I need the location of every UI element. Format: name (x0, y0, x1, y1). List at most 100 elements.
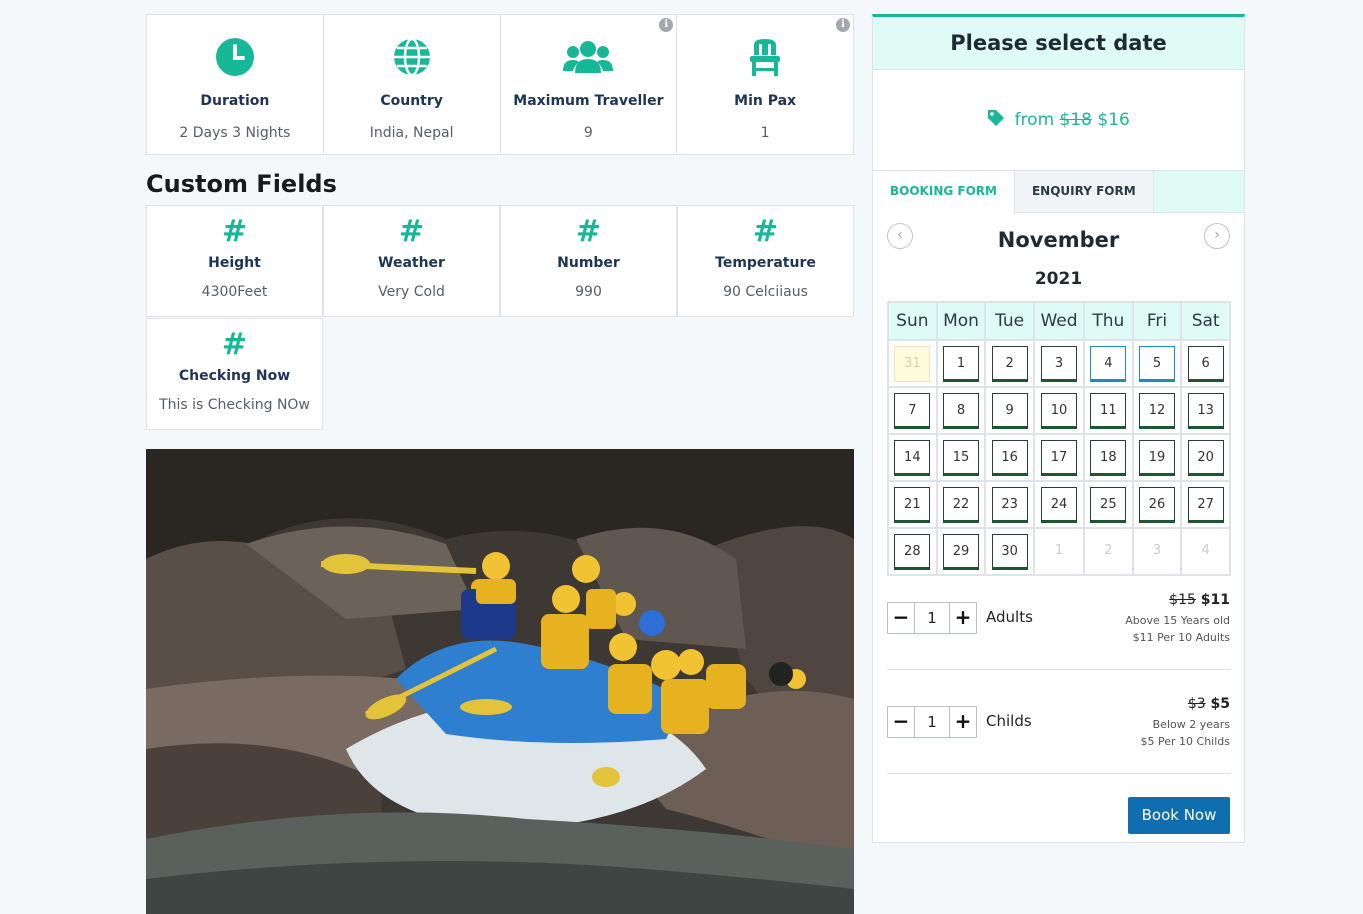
weekday-header: Sat (1180, 301, 1231, 341)
custom-field-number: # Number 990 (500, 205, 677, 317)
adults-note: Above 15 Years old (1125, 614, 1230, 627)
fact-min-pax: i Min Pax 1 (676, 14, 854, 155)
calendar-day[interactable]: 4 (1090, 345, 1127, 382)
booking-panel: Please select date from $18 $16 BOOKING … (872, 14, 1245, 843)
hash-icon: # (575, 214, 602, 249)
calendar-day-next-month: 4 (1187, 533, 1224, 570)
tab-enquiry-form[interactable]: ENQUIRY FORM (1014, 171, 1154, 212)
calendar-day[interactable]: 22 (942, 486, 979, 523)
calendar-day[interactable]: 20 (1187, 439, 1224, 476)
calendar-day[interactable]: 10 (1040, 392, 1077, 429)
calendar-day[interactable]: 15 (942, 439, 979, 476)
calendar-day[interactable]: 28 (894, 533, 931, 570)
calendar-day[interactable]: 8 (942, 392, 979, 429)
weekday-header: Wed (1032, 301, 1086, 341)
rafting-illustration (146, 449, 854, 914)
childs-plus-button[interactable]: + (949, 706, 977, 738)
info-icon[interactable]: i (659, 18, 674, 32)
calendar-day[interactable]: 6 (1187, 345, 1224, 382)
custom-field-title: Temperature (715, 255, 816, 271)
info-icon[interactable]: i (836, 18, 850, 32)
calendar-day[interactable]: 13 (1187, 392, 1224, 429)
divider (887, 669, 1230, 670)
calendar-day[interactable]: 1 (942, 345, 979, 382)
users-icon (563, 41, 614, 73)
calendar-day[interactable]: 7 (894, 392, 931, 429)
booking-tabs: BOOKING FORM ENQUIRY FORM (873, 170, 1244, 214)
calendar-day[interactable]: 30 (991, 533, 1028, 570)
fact-title: Country (380, 93, 443, 109)
fact-max-traveller: i Maximum Traveller 9 (499, 14, 677, 155)
calendar-day[interactable]: 23 (991, 486, 1028, 523)
childs-minus-button[interactable]: − (887, 706, 915, 738)
calendar-day[interactable]: 26 (1138, 486, 1175, 523)
adults-price: $15 $11 (1169, 592, 1230, 608)
tag-icon (988, 110, 1005, 126)
trip-facts: Duration 2 Days 3 Nights Country India, … (146, 14, 854, 155)
fact-value: 9 (583, 125, 593, 141)
fact-title: Min Pax (734, 93, 797, 109)
weekday-header: Sun (887, 301, 938, 341)
calendar-day[interactable]: 29 (942, 533, 979, 570)
custom-field-weather: # Weather Very Cold (323, 205, 500, 317)
custom-field-title: Number (557, 255, 620, 271)
calendar-day[interactable]: 16 (991, 439, 1028, 476)
adults-price-old: $15 (1169, 592, 1196, 608)
custom-fields-heading: Custom Fields (146, 170, 337, 198)
hash-icon: # (752, 214, 779, 249)
calendar-day[interactable]: 14 (894, 439, 931, 476)
calendar-year: 2021 (1034, 269, 1083, 289)
custom-field-title: Weather (378, 255, 445, 271)
adults-row: − 1 + Adults $15 $11 Above 15 Years old … (887, 587, 1230, 667)
calendar-day[interactable]: 21 (894, 486, 931, 523)
childs-quantity[interactable]: 1 (915, 706, 949, 738)
tab-booking-form[interactable]: BOOKING FORM (873, 171, 1015, 214)
fact-country: Country India, Nepal (322, 14, 500, 155)
hash-icon: # (221, 214, 248, 249)
childs-row: − 1 + Childs $3 $5 Below 2 years $5 Per … (887, 691, 1230, 771)
calendar-day[interactable]: 19 (1138, 439, 1175, 476)
price-old: $18 (1059, 110, 1092, 130)
childs-price: $3 $5 (1188, 696, 1230, 712)
calendar-day[interactable]: 3 (1040, 345, 1077, 382)
adults-stepper: − 1 + (887, 602, 977, 634)
globe-icon (393, 37, 430, 77)
custom-field-title: Height (208, 255, 261, 271)
calendar-day[interactable]: 17 (1040, 439, 1077, 476)
calendar-day[interactable]: 24 (1040, 486, 1077, 523)
custom-field-value: Very Cold (378, 284, 445, 300)
calendar-day-next-month: 1 (1040, 533, 1077, 570)
childs-label: Childs (986, 712, 1032, 730)
custom-field-height: # Height 4300Feet (146, 205, 323, 317)
fact-title: Duration (200, 93, 270, 109)
weekday-header: Mon (935, 301, 987, 341)
calendar-day[interactable]: 2 (991, 345, 1028, 382)
fact-title: Maximum Traveller (513, 93, 664, 109)
calendar-day[interactable]: 9 (991, 392, 1028, 429)
adults-plus-button[interactable]: + (949, 602, 977, 634)
adults-minus-button[interactable]: − (887, 602, 915, 634)
calendar-month: November (997, 228, 1120, 252)
calendar-grid: Sun Mon Tue Wed Thu Fri Sat 31 1 2 3 4 5… (887, 301, 1231, 576)
custom-field-value: 4300Feet (201, 284, 268, 300)
childs-rate-note: $5 Per 10 Childs (1140, 735, 1231, 748)
childs-price-new: $5 (1210, 696, 1230, 712)
book-now-button[interactable]: Book Now (1128, 797, 1230, 834)
calendar-day[interactable]: 25 (1090, 486, 1127, 523)
weekday-header: Tue (984, 301, 1035, 341)
adults-quantity[interactable]: 1 (915, 602, 949, 634)
fact-duration: Duration 2 Days 3 Nights (146, 14, 323, 155)
custom-field-temperature: # Temperature 90 Celciiaus (677, 205, 854, 317)
calendar-day[interactable]: 11 (1090, 392, 1127, 429)
adults-label: Adults (986, 608, 1033, 626)
booking-header: Please select date (873, 17, 1244, 70)
calendar-day[interactable]: 27 (1187, 486, 1224, 523)
custom-field-title: Checking Now (178, 368, 291, 384)
adults-rate-note: $11 Per 10 Adults (1132, 631, 1230, 644)
calendar-day[interactable]: 5 (1138, 345, 1175, 382)
calendar-day[interactable]: 18 (1090, 439, 1127, 476)
calendar-day[interactable]: 12 (1138, 392, 1175, 429)
divider (887, 773, 1230, 774)
custom-field-value: 990 (575, 284, 602, 300)
childs-price-old: $3 (1187, 696, 1206, 712)
